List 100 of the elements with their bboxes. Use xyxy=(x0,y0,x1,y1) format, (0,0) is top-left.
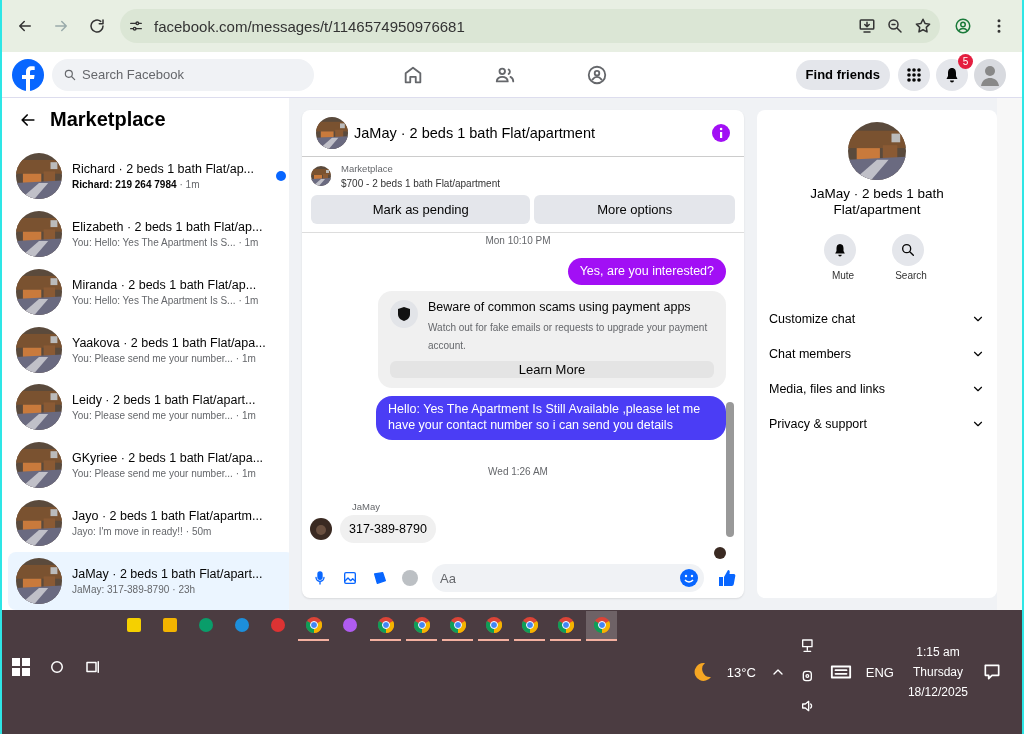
bell-icon xyxy=(944,66,960,83)
account-button[interactable] xyxy=(974,58,1006,91)
search-field[interactable]: Search Facebook xyxy=(52,58,314,91)
image-icon[interactable] xyxy=(342,570,358,587)
conversation-item[interactable]: Jayo · 2 beds 1 bath Flat/apartm... Jayo: I'm move in ready!! · 50m xyxy=(8,494,289,553)
incoming-message: 317-389-8790 xyxy=(340,514,436,543)
learn-more-button[interactable]: Learn More xyxy=(390,361,714,379)
conversation-title: Leidy · 2 beds 1 bath Flat/apart... xyxy=(72,393,257,408)
message-time: · 1m xyxy=(235,410,256,422)
browser-icon[interactable] xyxy=(485,617,502,633)
action-label: Search xyxy=(895,270,927,282)
grid-icon xyxy=(906,66,922,83)
browser-icon[interactable] xyxy=(377,617,394,633)
listing-title: $700 - 2 beds 1 bath Flat/apartment xyxy=(341,177,500,189)
app-icon[interactable] xyxy=(125,617,142,633)
listing-label: Marketplace xyxy=(341,162,394,174)
message-input[interactable]: Aa xyxy=(432,564,704,593)
task-view-icon[interactable] xyxy=(84,658,102,676)
star-icon[interactable] xyxy=(914,17,932,35)
browser-icon[interactable] xyxy=(593,617,610,633)
message-time: · 23h xyxy=(172,584,196,596)
avatar-icon xyxy=(310,517,332,540)
sidebar-title: Marketplace xyxy=(50,108,166,131)
conversation-item[interactable]: JaMay · 2 beds 1 bath Flat/apart... JaMay: 317-389-8790 · 23h xyxy=(8,552,289,610)
app-icon[interactable] xyxy=(197,617,214,633)
warning-text: Watch out for fake emails or requests to upgrade your payment account. xyxy=(428,322,708,352)
conversation-item[interactable]: Richard · 2 beds 1 bath Flat/ap... Richard: 219 264 7984 · 1m xyxy=(8,147,289,205)
section-title: Chat members xyxy=(769,346,851,361)
bell-icon xyxy=(833,243,847,258)
conversation-title: Miranda · 2 beds 1 bath Flat/ap... xyxy=(72,277,258,292)
conversation-title: Jayo · 2 beds 1 bath Flat/apartm... xyxy=(72,509,264,524)
message-preview: You: Please send me your number... xyxy=(72,410,233,422)
message-time: · 1m xyxy=(238,294,259,306)
browser-icon[interactable] xyxy=(449,617,466,633)
section-title: Customize chat xyxy=(769,311,856,326)
message-preview: Jayo: I'm move in ready!! xyxy=(72,526,183,538)
section-title: Privacy & support xyxy=(769,416,867,431)
message-time: · 1m xyxy=(238,236,259,248)
search-button[interactable] xyxy=(892,234,924,267)
reload-icon[interactable] xyxy=(88,17,106,35)
message-preview: You: Please send me your number... xyxy=(72,352,233,364)
app-icon[interactable] xyxy=(341,617,358,633)
message-preview: You: Hello: Yes The Apartment Is S... xyxy=(72,294,236,306)
groups-icon[interactable] xyxy=(585,63,608,86)
windows-icon[interactable] xyxy=(12,658,30,676)
message-preview: Richard: 219 264 7984 xyxy=(72,178,177,190)
app-icon[interactable] xyxy=(233,617,250,633)
unread-dot xyxy=(275,170,286,181)
language-indicator[interactable]: ENG xyxy=(865,664,894,680)
site-settings-icon xyxy=(128,18,144,34)
conversation-item[interactable]: GKyriee · 2 beds 1 bath Flat/apa... You: Please send me your number... · 1m xyxy=(8,436,289,495)
mute-button[interactable] xyxy=(824,234,856,267)
conversation-title: Richard · 2 beds 1 bath Flat/ap... xyxy=(72,161,256,176)
message-time: · 1m xyxy=(235,352,256,364)
message-preview: You: Please send me your number... xyxy=(72,468,233,480)
outgoing-message: Yes, are you interested? xyxy=(567,257,726,286)
listing-action-button[interactable]: More options xyxy=(534,194,735,224)
facebook-logo[interactable] xyxy=(12,58,44,91)
notification-center-icon[interactable] xyxy=(982,662,1002,682)
browser-icon[interactable] xyxy=(557,617,574,633)
message-time: · 50m xyxy=(185,526,212,538)
microphone-icon[interactable] xyxy=(312,570,328,587)
info-icon[interactable] xyxy=(712,123,730,142)
outgoing-message: Hello: Yes The Apartment Is Still Available ,please let me have your contact number so i can send you details xyxy=(376,396,726,440)
chat-title: JaMay · 2 beds 1 bath Flat/apartment xyxy=(354,124,596,141)
section-title: Media, files and links xyxy=(769,381,886,396)
profile-icon[interactable] xyxy=(954,17,972,35)
conversation-item[interactable]: Leidy · 2 beds 1 bath Flat/apart... You: Please send me your number... · 1m xyxy=(8,378,289,437)
listing-action-button[interactable]: Mark as pending xyxy=(311,194,531,224)
sticker-icon[interactable] xyxy=(372,570,388,587)
browser-icon[interactable] xyxy=(521,617,538,633)
browser-icon[interactable] xyxy=(413,617,430,633)
sender-name: JaMay xyxy=(352,500,381,512)
details-title: JaMay · 2 beds 1 bath Flat/apartment xyxy=(809,186,945,219)
message-preview: JaMay: 317-389-8790 xyxy=(72,584,170,596)
conversation-item[interactable]: Elizabeth · 2 beds 1 bath Flat/ap... You: Hello: Yes The Apartment Is S... · 1m xyxy=(8,204,289,263)
thumbs-up-icon[interactable] xyxy=(718,569,736,588)
browser-icon[interactable] xyxy=(305,617,322,633)
address-bar[interactable]: facebook.com/messages/t/1146574950976681 xyxy=(120,9,940,43)
conversation-item[interactable]: Miranda · 2 beds 1 bath Flat/ap... You: Hello: Yes The Apartment Is S... · 1m xyxy=(8,262,289,321)
find-friends-button[interactable]: Find friends xyxy=(795,59,890,90)
conversation-item[interactable]: Yaakova · 2 beds 1 bath Flat/apa... You: Please send me your number... · 1m xyxy=(8,320,289,379)
emoji-icon[interactable] xyxy=(680,569,698,588)
app-icon[interactable] xyxy=(161,617,178,633)
message-time: · 1m xyxy=(179,178,200,190)
warning-title: Beware of common scams using payment apps xyxy=(428,300,692,315)
timestamp: Wed 1:26 AM xyxy=(488,465,548,477)
read-receipt-icon xyxy=(714,546,726,559)
zoom-icon[interactable] xyxy=(886,17,904,35)
action-label: Mute xyxy=(831,270,855,282)
network-icon[interactable] xyxy=(799,638,816,654)
notifications-button[interactable] xyxy=(936,58,968,91)
apps-button[interactable] xyxy=(898,58,930,91)
temperature: 13°C xyxy=(726,664,756,680)
shield-icon xyxy=(397,306,411,323)
install-icon[interactable] xyxy=(858,17,876,35)
scrollbar[interactable] xyxy=(726,401,734,537)
conversation-title: JaMay · 2 beds 1 bath Flat/apart... xyxy=(72,567,264,582)
message-time: · 1m xyxy=(235,468,256,480)
clock[interactable]: 1:15 am Thursday 18/12/2025 xyxy=(907,645,968,699)
